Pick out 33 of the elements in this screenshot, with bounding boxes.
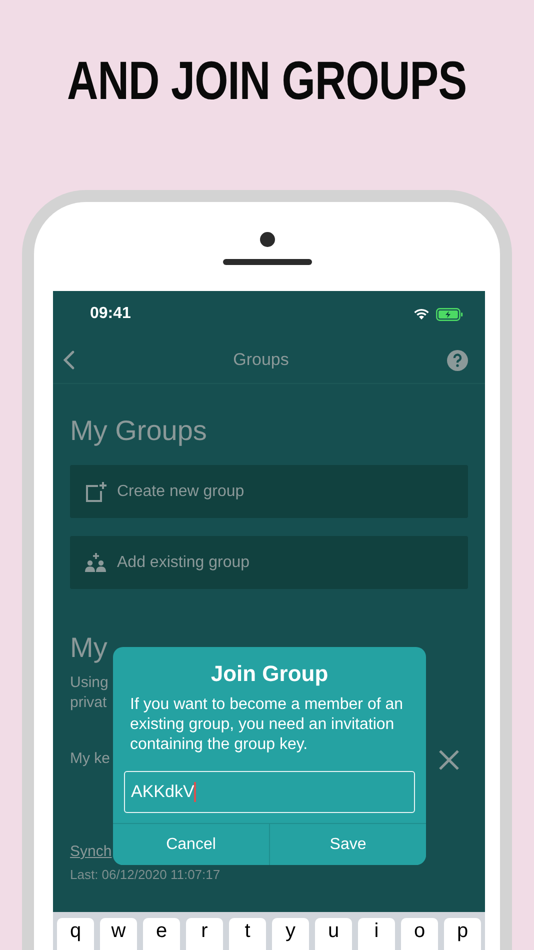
wifi-icon — [413, 308, 430, 320]
battery-charging-icon — [436, 308, 463, 320]
key-label: My ke — [70, 749, 110, 769]
description-text: privat — [70, 693, 107, 713]
keyboard-key[interactable]: w — [100, 918, 137, 950]
description-text: Using — [70, 673, 108, 693]
help-icon[interactable] — [447, 350, 468, 370]
keyboard-key[interactable]: r — [186, 918, 223, 950]
dialog-message: If you want to become a member of an existing group, you need an invitation containing the group key. — [129, 695, 404, 755]
dialog-title: Join Group — [210, 661, 330, 687]
section-heading: My — [70, 631, 108, 665]
section-heading: My Groups — [70, 414, 208, 448]
keyboard-key[interactable]: y — [272, 918, 309, 950]
back-chevron-icon[interactable] — [63, 350, 75, 370]
keyboard-key[interactable]: e — [143, 918, 180, 950]
keyboard-key[interactable]: p — [444, 918, 481, 950]
status-time: 09:41 — [90, 305, 131, 323]
headline: AND JOIN GROUPS — [67, 50, 467, 112]
keyboard-key[interactable]: i — [358, 918, 395, 950]
add-square-icon — [85, 480, 107, 502]
add-people-icon — [85, 552, 107, 572]
keyboard-key[interactable]: u — [315, 918, 352, 950]
close-icon[interactable] — [438, 749, 460, 771]
keyboard-key[interactable]: q — [57, 918, 94, 950]
last-sync-text: Last: 06/12/2020 11:07:17 — [70, 867, 222, 882]
text-cursor — [194, 782, 196, 802]
action-button[interactable]: Create new group — [70, 465, 468, 518]
action-button[interactable]: Add existing group — [70, 536, 468, 589]
screen-title: Groups — [233, 350, 289, 370]
camera-dot — [260, 232, 274, 247]
field-value: AKKdkV — [131, 782, 194, 802]
keyboard-key[interactable]: t — [229, 918, 266, 950]
keyboard-key[interactable]: o — [401, 918, 438, 950]
